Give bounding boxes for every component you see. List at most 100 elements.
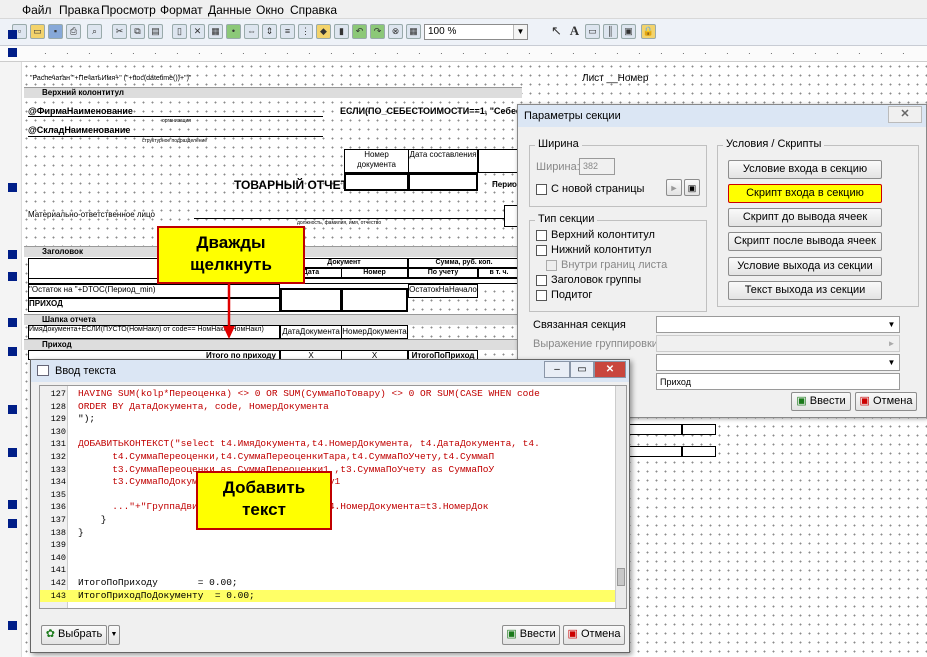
section-marker[interactable] <box>8 347 17 356</box>
print-icon[interactable]: ⎙ <box>66 24 81 39</box>
type-subtotal-checkbox[interactable] <box>536 290 547 301</box>
section-marker[interactable] <box>8 272 17 281</box>
section-marker[interactable] <box>8 318 17 327</box>
menu-window[interactable]: Окно <box>256 3 284 17</box>
params-ok-button[interactable]: ▣ Ввести <box>791 392 851 411</box>
code-line[interactable]: 129 "); <box>40 413 615 425</box>
width-input[interactable]: 382 <box>579 158 615 175</box>
choose-button[interactable]: ✿ Выбрать <box>41 625 107 645</box>
close-icon[interactable]: ✕ <box>594 361 626 378</box>
type-group-header-checkbox[interactable] <box>536 275 547 286</box>
diamond-icon[interactable]: ◆ <box>316 24 331 39</box>
align-icon[interactable]: ≡ <box>280 24 295 39</box>
open-icon[interactable]: ▭ <box>30 24 45 39</box>
minimize-icon[interactable]: – <box>544 361 570 378</box>
section-marker[interactable] <box>8 621 17 630</box>
cut-icon[interactable]: ✂ <box>112 24 127 39</box>
doc-date-cell[interactable] <box>408 173 478 191</box>
code-line[interactable]: 130 <box>40 426 615 438</box>
code-line[interactable]: 128 ORDER BY ДатаДокумента, code, НомерДо… <box>40 401 615 413</box>
section-marker[interactable] <box>8 519 17 528</box>
delete-icon[interactable]: ✕ <box>190 24 205 39</box>
income-label[interactable]: ПРИХОД <box>28 298 280 312</box>
code-line[interactable]: 142 ИтогоПоПриходу = 0.00; <box>40 577 615 589</box>
after-cells-script-button[interactable]: Скрипт после вывода ячеек <box>728 232 882 251</box>
code-line[interactable]: 139 <box>40 539 615 551</box>
params-cancel-button[interactable]: ▣ Отмена <box>855 392 917 411</box>
section-marker[interactable] <box>8 405 17 414</box>
remainder-number-cell[interactable] <box>341 288 408 312</box>
before-cells-script-button[interactable]: Скрипт до вывода ячеек <box>728 208 882 227</box>
code-line[interactable]: 143 ИтогоПриходПоДокументу = 0.00; <box>40 589 615 602</box>
close-icon[interactable]: ✕ <box>888 106 922 123</box>
menu-view[interactable]: Просмотр <box>101 3 156 17</box>
type-inside-checkbox[interactable] <box>546 260 557 271</box>
section-marker[interactable] <box>8 30 17 39</box>
section-name-input[interactable]: Приход <box>656 373 900 390</box>
remainder-expression[interactable]: "Остаток на "+DTOC(Период_min) <box>28 284 280 298</box>
table-icon[interactable]: ▦ <box>406 24 421 39</box>
columns-icon[interactable]: ⋮ <box>298 24 313 39</box>
maximize-icon[interactable]: ▭ <box>570 361 594 378</box>
barcode-icon[interactable]: ║ <box>603 24 618 39</box>
menu-help[interactable]: Справка <box>290 3 337 17</box>
page-icon[interactable]: ▯ <box>172 24 187 39</box>
pointer-icon[interactable]: ↖ <box>549 24 564 39</box>
undo-icon[interactable]: ↶ <box>352 24 367 39</box>
linked-section-select[interactable]: ▼ <box>656 316 900 333</box>
doc-number-field[interactable]: НомерДокумента <box>341 325 408 339</box>
chevron-down-icon[interactable]: ▼ <box>108 625 120 645</box>
entry-condition-button[interactable]: Условие входа в секцию <box>728 160 882 179</box>
menu-file[interactable]: Файл <box>22 3 52 17</box>
paste-icon[interactable]: ▤ <box>148 24 163 39</box>
menu-data[interactable]: Данные <box>208 3 251 17</box>
text-cancel-button[interactable]: ▣ Отмена <box>563 625 625 645</box>
band-top-header[interactable]: Верхний колонтитул <box>24 87 522 98</box>
type-bottom-checkbox[interactable] <box>536 245 547 256</box>
insert-icon[interactable]: • <box>226 24 241 39</box>
doc-number-cell[interactable] <box>344 173 409 191</box>
save-icon[interactable]: ▪ <box>48 24 63 39</box>
chevron-down-icon[interactable]: ▼ <box>884 355 899 370</box>
zoom-select[interactable]: 100 % ▼ <box>424 24 528 40</box>
bookmark-icon[interactable]: ▮ <box>334 24 349 39</box>
section-marker[interactable] <box>8 250 17 259</box>
play-icon[interactable]: ► <box>884 336 899 351</box>
lock-icon[interactable]: 🔒 <box>641 24 656 39</box>
vertical-scrollbar[interactable] <box>615 386 626 608</box>
remainder-date-cell[interactable] <box>280 288 342 312</box>
new-page-checkbox[interactable] <box>536 184 547 195</box>
frame-icon[interactable]: ▣ <box>621 24 636 39</box>
code-line[interactable]: 132 t4.СуммаПереоценки,t4.СуммаПереоценк… <box>40 451 615 463</box>
chevron-down-icon[interactable]: ▼ <box>884 317 899 332</box>
doc-name-expression[interactable]: ИмяДокумента+ЕСЛИ(ПУСТО(НомНакл) от code… <box>28 325 280 339</box>
code-editor[interactable]: 127 HAVING SUM(kolp*Переоценка) <> 0 OR S… <box>39 385 627 609</box>
arrange-icon[interactable]: ⇕ <box>262 24 277 39</box>
code-line[interactable]: 141 <box>40 564 615 576</box>
doc-date-field[interactable]: ДатаДокумента <box>280 325 342 339</box>
code-line[interactable]: 140 <box>40 552 615 564</box>
book-icon[interactable]: ▣ <box>684 179 700 196</box>
section-marker[interactable] <box>8 500 17 509</box>
group-expr-input[interactable]: ► <box>656 335 900 352</box>
section-marker[interactable] <box>8 48 17 57</box>
remainder-value[interactable]: ОстатокНаНачало <box>408 284 478 298</box>
section-marker[interactable] <box>8 183 17 192</box>
menu-format[interactable]: Формат <box>160 3 203 17</box>
section-select[interactable]: ▼ <box>656 354 900 371</box>
band-report-cap[interactable]: Шапка отчета <box>24 314 522 325</box>
preview-icon[interactable]: ⌕ <box>87 24 102 39</box>
band-income[interactable]: Приход <box>24 339 522 350</box>
type-top-checkbox[interactable] <box>536 230 547 241</box>
chevron-down-icon[interactable]: ▼ <box>513 25 527 39</box>
copy-icon[interactable]: ⧉ <box>130 24 145 39</box>
scroll-thumb[interactable] <box>617 568 625 586</box>
exit-condition-button[interactable]: Условие выхода из секции <box>728 257 882 276</box>
stop-icon[interactable]: ⊗ <box>388 24 403 39</box>
menu-edit[interactable]: Правка <box>59 3 100 17</box>
grid-icon[interactable]: ▦ <box>208 24 223 39</box>
code-line[interactable]: 131 ДОБАВИТЬКОНТЕКСТ("select t4.ИмяДокуме… <box>40 438 615 450</box>
section-marker[interactable] <box>8 448 17 457</box>
text-tool-icon[interactable]: A <box>567 24 582 39</box>
field-icon[interactable]: ▭ <box>585 24 600 39</box>
